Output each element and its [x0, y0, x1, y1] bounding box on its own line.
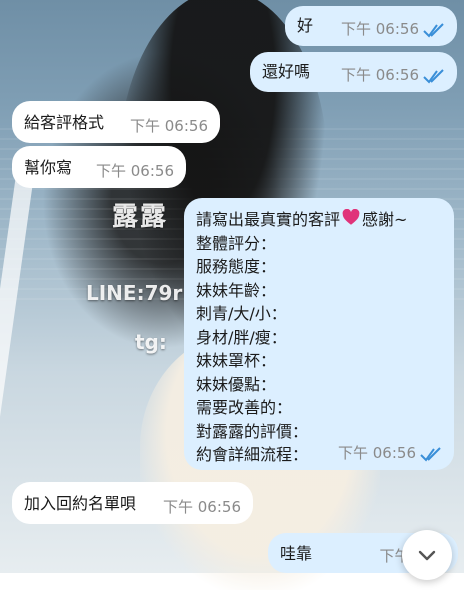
chevron-down-icon [418, 550, 436, 561]
review-field-cup: 妹妹罩杯： [196, 351, 277, 370]
message-bubble-incoming[interactable]: 幫你寫 下午 06:56 [12, 146, 186, 188]
review-template: 請寫出最真實的客評 感謝~ 整體評分： 服務態度： 妹妹年齡： 刺青/大/小： 身… [196, 208, 407, 467]
message-time: 下午 06:56 [341, 20, 419, 38]
message-time: 下午 06:56 [163, 498, 241, 516]
read-check-icon [423, 23, 444, 38]
message-time: 下午 06:56 [96, 162, 174, 180]
message-text: 好 [297, 16, 314, 35]
watermark-name: 露露 [112, 202, 169, 232]
review-field-service: 服務態度： [196, 257, 277, 276]
read-check-icon [423, 69, 444, 84]
review-field-age: 妹妹年齡： [196, 280, 277, 300]
message-bubble-outgoing[interactable]: 好 下午 06:56 [285, 6, 457, 46]
message-text: 感謝~ [362, 210, 408, 229]
message-bubble-incoming[interactable]: 給客評格式 下午 06:56 [12, 101, 220, 143]
message-bubble-outgoing[interactable]: 還好嗎 下午 06:56 [250, 52, 457, 92]
message-time: 下午 06:56 [341, 66, 419, 84]
message-text: 給客評格式 [24, 113, 105, 132]
review-template-title: 請寫出最真實的客評 感謝~ [196, 208, 407, 232]
message-text: 加入回約名單唄 [24, 494, 137, 513]
message-bubble-incoming[interactable]: 加入回約名單唄 下午 06:56 [12, 482, 253, 524]
message-text: 還好嗎 [262, 62, 311, 81]
message-text: 請寫出最真實的客評 [196, 210, 341, 229]
watermark-line: LINE:79r [86, 281, 183, 305]
message-text: 哇靠 [280, 544, 313, 563]
message-text: 幫你寫 [24, 158, 73, 177]
message-bubble-outgoing[interactable]: 請寫出最真實的客評 感謝~ 整體評分： 服務態度： 妹妹年齡： 刺青/大/小： 身… [184, 198, 454, 470]
review-field-body: 身材/胖/瘦： [196, 327, 287, 347]
review-field-rating-lulu: 對露露的評價： [196, 421, 309, 441]
message-time: 下午 06:56 [338, 444, 416, 462]
review-field-improvements: 需要改善的： [196, 398, 293, 417]
review-field-tattoo: 刺青/大/小： [196, 304, 287, 323]
review-field-strengths: 妹妹優點： [196, 374, 277, 394]
read-check-icon [420, 447, 441, 462]
message-time: 下午 06:56 [130, 117, 208, 135]
watermark-tg: tg: [135, 330, 167, 354]
heart-icon [342, 209, 360, 225]
review-field-overall: 整體評分： [196, 233, 277, 253]
